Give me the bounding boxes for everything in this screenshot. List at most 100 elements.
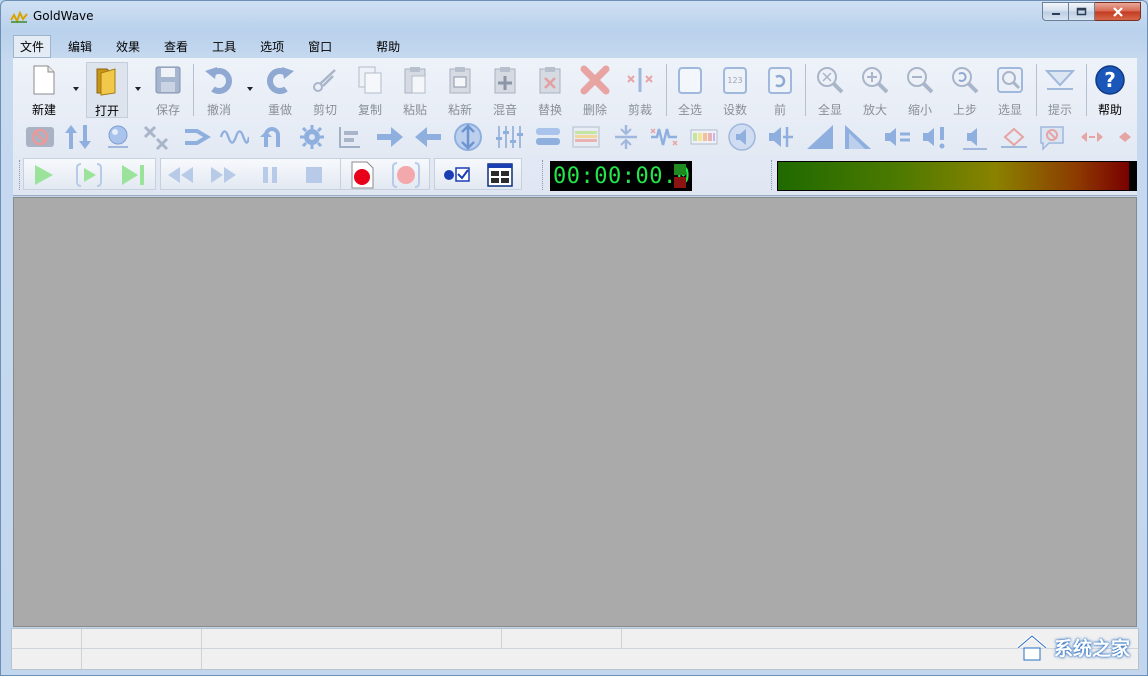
menu-effects[interactable]: 效果: [109, 35, 147, 58]
maximize-button[interactable]: [1069, 2, 1095, 21]
stop-button[interactable]: [299, 161, 329, 189]
effect-waveform[interactable]: [219, 122, 249, 152]
record-selection-button[interactable]: [391, 161, 421, 189]
fast-forward-icon: [211, 167, 236, 183]
new-dropdown-icon[interactable]: [71, 85, 81, 93]
effect-pitch[interactable]: [689, 122, 719, 152]
menu-help[interactable]: 帮助: [369, 35, 407, 58]
effect-invert[interactable]: [453, 122, 483, 152]
effect-filter[interactable]: [533, 122, 563, 152]
filter-bars-icon: [536, 128, 560, 145]
status-bar: 系统之家: [11, 628, 1139, 670]
status-row: [12, 629, 1138, 649]
zoom-in-label: 放大: [862, 103, 887, 117]
window-layout-button[interactable]: [485, 161, 515, 189]
effect-shift[interactable]: [413, 122, 443, 152]
effect-fade-in[interactable]: [805, 122, 835, 152]
effect-compressor[interactable]: [611, 122, 641, 152]
effect-noise-gate[interactable]: [1037, 122, 1067, 152]
save-disk-icon: [155, 66, 181, 94]
play-button[interactable]: [28, 161, 58, 189]
effect-noise-reduction[interactable]: [25, 122, 55, 152]
spectrum-icon: [572, 126, 600, 148]
effect-volume-change[interactable]: [63, 122, 93, 152]
previous-step-button[interactable]: 上步: [944, 62, 986, 118]
previous-button[interactable]: 前: [759, 62, 801, 118]
help-button[interactable]: ? 帮助: [1089, 62, 1131, 118]
delete-button[interactable]: 删除: [574, 62, 616, 118]
replace-button[interactable]: 替换: [529, 62, 571, 118]
undo-button[interactable]: 撤消: [198, 62, 240, 118]
toolbar-grip[interactable]: [19, 160, 22, 190]
open-dropdown-icon[interactable]: [133, 85, 143, 93]
effects-toolbar: [13, 122, 1137, 152]
pause-button[interactable]: [255, 161, 285, 189]
pause-icon: [263, 167, 277, 183]
menu-options[interactable]: 选项: [253, 35, 291, 58]
undo-dropdown-icon[interactable]: [245, 85, 255, 93]
play-selection-button[interactable]: [74, 161, 104, 189]
hint-button[interactable]: 提示: [1039, 62, 1081, 118]
show-all-button[interactable]: 全显: [809, 62, 851, 118]
zoom-fit-icon: [817, 67, 844, 94]
minimize-button[interactable]: [1042, 2, 1069, 21]
effect-silence[interactable]: [959, 122, 989, 152]
mix-button[interactable]: 混音: [484, 62, 526, 118]
close-button[interactable]: [1095, 2, 1141, 21]
bar-graph-icon: [339, 127, 360, 148]
play-group: [23, 158, 156, 190]
zoom-out-button[interactable]: 缩小: [899, 62, 941, 118]
show-selection-button[interactable]: 选显: [989, 62, 1031, 118]
effect-offset[interactable]: [375, 122, 405, 152]
menu-edit[interactable]: 编辑: [61, 35, 99, 58]
effect-mechanize[interactable]: [649, 122, 679, 152]
effect-doppler[interactable]: [181, 122, 211, 152]
play-to-end-button[interactable]: [118, 161, 148, 189]
save-button[interactable]: 保存: [147, 62, 189, 118]
fast-forward-button[interactable]: [209, 161, 239, 189]
new-button[interactable]: 新建: [23, 62, 65, 118]
effect-fade-out[interactable]: [843, 122, 873, 152]
effect-insert-silence[interactable]: [999, 122, 1029, 152]
menu-window[interactable]: 窗口: [301, 35, 339, 58]
effect-volume-match[interactable]: [883, 122, 913, 152]
effect-pan[interactable]: [765, 122, 795, 152]
toolbar-separator: [1036, 64, 1037, 116]
cut-button[interactable]: 剪切: [304, 62, 346, 118]
menu-tools[interactable]: 工具: [205, 35, 243, 58]
rewind-button[interactable]: [165, 161, 195, 189]
status-row: [12, 649, 1138, 669]
effect-more[interactable]: [1111, 122, 1141, 152]
select-all-button[interactable]: 全选: [669, 62, 711, 118]
menu-view[interactable]: 查看: [157, 35, 195, 58]
zoom-in-button[interactable]: 放大: [854, 62, 896, 118]
paste-button[interactable]: 粘贴: [394, 62, 436, 118]
effect-equalizer-graph[interactable]: [335, 122, 365, 152]
toolbar-grip[interactable]: [542, 160, 545, 190]
trim-button[interactable]: 剪裁: [619, 62, 661, 118]
record-new-button[interactable]: [347, 161, 377, 189]
title-bar[interactable]: GoldWave: [1, 1, 1147, 33]
paste-new-button[interactable]: 粘新: [439, 62, 481, 118]
arrow-right-icon: [377, 127, 403, 147]
toolbar-grip[interactable]: [771, 160, 774, 190]
sound-workspace[interactable]: [13, 197, 1137, 627]
effect-stereo-expand[interactable]: [1077, 122, 1107, 152]
effect-cut-silence[interactable]: [141, 122, 171, 152]
control-properties-button[interactable]: [441, 161, 471, 189]
effect-spectrum-filter[interactable]: [571, 122, 601, 152]
set-marker-button[interactable]: 123 设数: [714, 62, 756, 118]
effect-reverse[interactable]: [257, 122, 287, 152]
open-button[interactable]: 打开: [86, 62, 128, 118]
redo-button[interactable]: 重做: [259, 62, 301, 118]
effect-flanger[interactable]: [297, 122, 327, 152]
u-turn-arrow-icon: [260, 127, 280, 147]
effect-maximize-volume[interactable]: [921, 122, 951, 152]
effect-echo[interactable]: [103, 122, 133, 152]
effect-equalizer[interactable]: [493, 122, 523, 152]
show-all-label: 全显: [817, 103, 842, 117]
effect-playback-rate[interactable]: [727, 122, 757, 152]
menu-file[interactable]: 文件: [13, 35, 52, 58]
expand-arrows-icon: [1081, 132, 1103, 142]
copy-button[interactable]: 复制: [349, 62, 391, 118]
